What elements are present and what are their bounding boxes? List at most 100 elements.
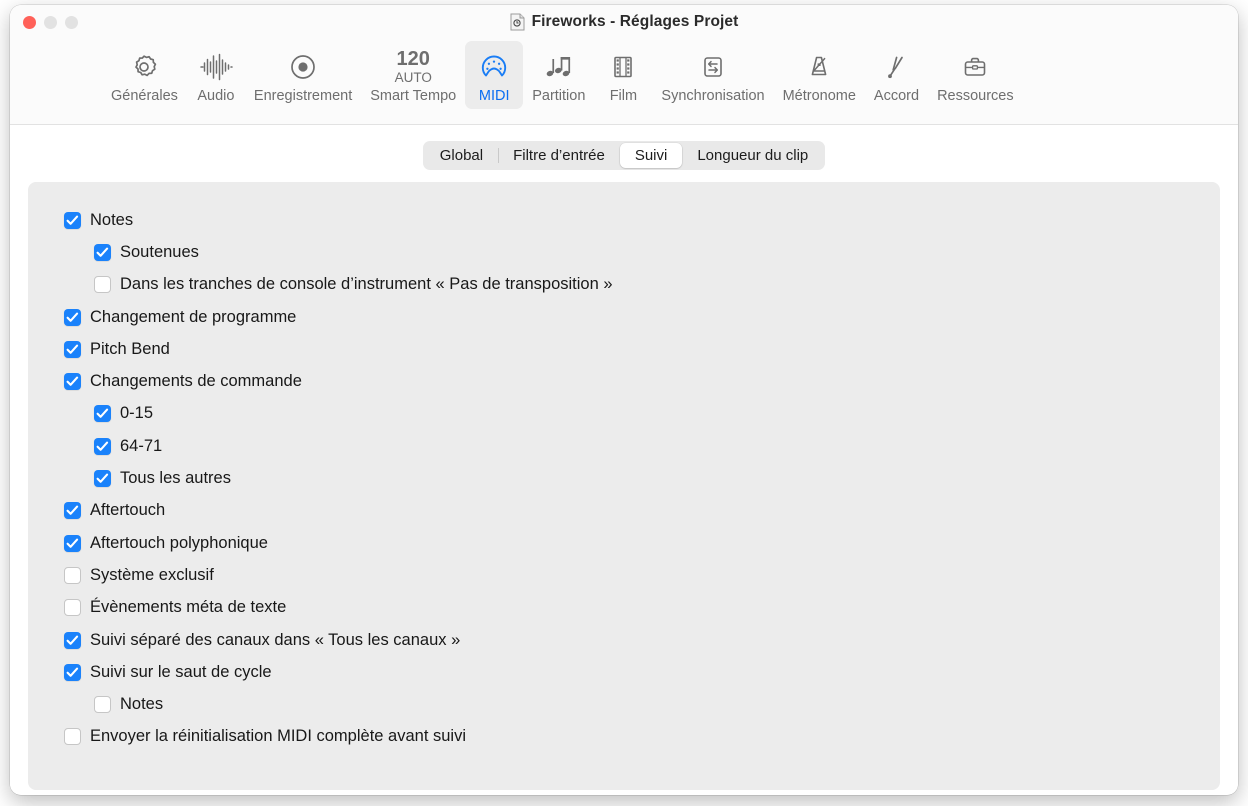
checkbox-checked[interactable] [94,470,111,488]
toolbar-label: Smart Tempo [370,88,457,104]
waveform-icon [196,47,236,87]
checkbox-checked[interactable] [94,405,111,423]
checkmark-icon [66,376,79,386]
toolbar-label: Partition [532,88,586,104]
settings-toolbar: Générales Audio Enregistrement 120 AUTO … [10,41,1238,125]
checkbox-unchecked[interactable] [64,599,81,617]
checkbox-label: Tous les autres [120,469,231,488]
document-icon [510,13,525,31]
checkbox-label: Notes [120,695,164,714]
checkbox-row[interactable]: Évènements méta de texte [28,592,1220,624]
tab-label: Longueur du clip [697,147,809,164]
checkbox-row[interactable]: Changements de commande [28,365,1220,397]
checkmark-icon [66,312,79,322]
checkbox-unchecked[interactable] [94,276,111,294]
checkbox-row[interactable]: 0-15 [28,398,1220,430]
checkbox-row[interactable]: Suivi sur le saut de cycle [28,656,1220,688]
checkbox-row[interactable]: Aftertouch [28,495,1220,527]
checkbox-row[interactable]: Changement de programme [28,301,1220,333]
tab-label: Filtre d’entrée [513,147,605,164]
tab-label: Global [439,147,484,164]
checkbox-checked[interactable] [64,308,81,326]
window-title-group: Fireworks - Réglages Projet [10,13,1238,31]
checkbox-row[interactable]: Aftertouch polyphonique [28,527,1220,559]
checkbox-label: Dans les tranches de console d’instrumen… [120,275,613,294]
window-title: Fireworks - Réglages Projet [531,13,739,30]
tab-suivi[interactable]: Suivi [619,143,683,168]
checkbox-row[interactable]: Notes [28,204,1220,236]
checkmark-icon [96,473,109,483]
checkmark-icon [96,247,109,257]
checkmark-icon [96,408,109,419]
toolbar-item-film[interactable]: Film [594,41,652,109]
checkbox-row[interactable]: Pitch Bend [28,333,1220,365]
checkbox-row[interactable]: Envoyer la réinitialisation MIDI complèt… [28,721,1220,753]
checkbox-checked[interactable] [64,340,81,358]
toolbar-item-synchronisation[interactable]: Synchronisation [652,41,773,109]
checkbox-unchecked[interactable] [64,728,81,746]
checkbox-checked[interactable] [94,243,111,261]
toolbar-label: Audio [197,88,235,104]
film-strip-icon [603,47,643,87]
toolbar-item-partition[interactable]: Partition [523,41,594,109]
toolbar-item-midi[interactable]: MIDI [465,41,524,109]
checkbox-row[interactable]: Suivi séparé des canaux dans « Tous les … [28,624,1220,656]
checkbox-label: Changements de commande [90,372,302,391]
checkbox-checked[interactable] [64,211,81,229]
checkbox-label: Soutenues [120,242,199,261]
checkbox-unchecked[interactable] [94,696,111,714]
checkmark-icon [66,344,79,354]
tab-label: Suivi [634,147,668,164]
toolbar-label: Ressources [937,88,1014,104]
checkmark-icon [66,635,79,645]
checkbox-checked[interactable] [64,502,81,520]
checkbox-label: Notes [90,210,134,229]
toolbar-item-ressources[interactable]: Ressources [928,41,1023,109]
checkbox-row[interactable]: Soutenues [28,236,1220,268]
checkbox-label: 64-71 [120,436,163,455]
title-bar: Fireworks - Réglages Projet [10,5,1238,41]
toolbar-label: Film [609,88,638,104]
checkbox-checked[interactable] [64,534,81,552]
tempo-value: 120 [396,48,430,70]
checkbox-checked[interactable] [64,663,81,681]
checkmark-icon [66,215,79,225]
checkbox-row[interactable]: Système exclusif [28,559,1220,591]
toolbar-label: Synchronisation [661,88,765,104]
toolbar-label: Générales [111,88,178,104]
tab-global[interactable]: Global [425,143,498,168]
tempo-mode: AUTO [394,70,432,85]
checkbox-label: 0-15 [120,404,154,423]
toolbar-label: Métronome [782,88,856,104]
checkbox-label: Suivi sur le saut de cycle [90,662,272,681]
tab-longueur-du-clip[interactable]: Longueur du clip [682,143,823,168]
checkbox-checked[interactable] [64,373,81,391]
briefcase-icon [937,47,1014,87]
tab-filtre-entree[interactable]: Filtre d’entrée [498,143,620,168]
toolbar-item-enregistrement[interactable]: Enregistrement [245,41,361,109]
checkbox-row[interactable]: 64-71 [28,430,1220,462]
checkbox-checked[interactable] [64,631,81,649]
toolbar-item-metronome[interactable]: Métronome [774,41,865,109]
checkbox-checked[interactable] [94,437,111,455]
checkbox-label: Aftertouch polyphonique [90,533,268,552]
checkbox-row[interactable]: Tous les autres [28,462,1220,494]
checkmark-icon [66,538,79,548]
toolbar-item-accord[interactable]: Accord [865,41,928,109]
checkbox-unchecked[interactable] [64,566,81,584]
toolbar-label: MIDI [478,88,510,104]
checkmark-icon [66,667,79,677]
midi-din-icon [474,47,514,87]
checkbox-label: Pitch Bend [90,339,170,358]
checkbox-row[interactable]: Notes [28,688,1220,720]
music-notes-icon [532,47,585,87]
toolbar-label: Accord [873,88,920,104]
tuning-fork-icon [874,47,919,87]
checkmark-icon [66,505,79,516]
checkbox-row[interactable]: Dans les tranches de console d’instrumen… [28,269,1220,301]
toolbar-item-smart-tempo[interactable]: 120 AUTO Smart Tempo [361,41,465,109]
tempo-icon: 120 AUTO [370,47,456,87]
toolbar-item-generales[interactable]: Générales [102,41,187,109]
toolbar-item-audio[interactable]: Audio [187,41,245,109]
segmented-tab-bar: Global Filtre d’entrée Suivi Longueur du… [422,141,826,170]
